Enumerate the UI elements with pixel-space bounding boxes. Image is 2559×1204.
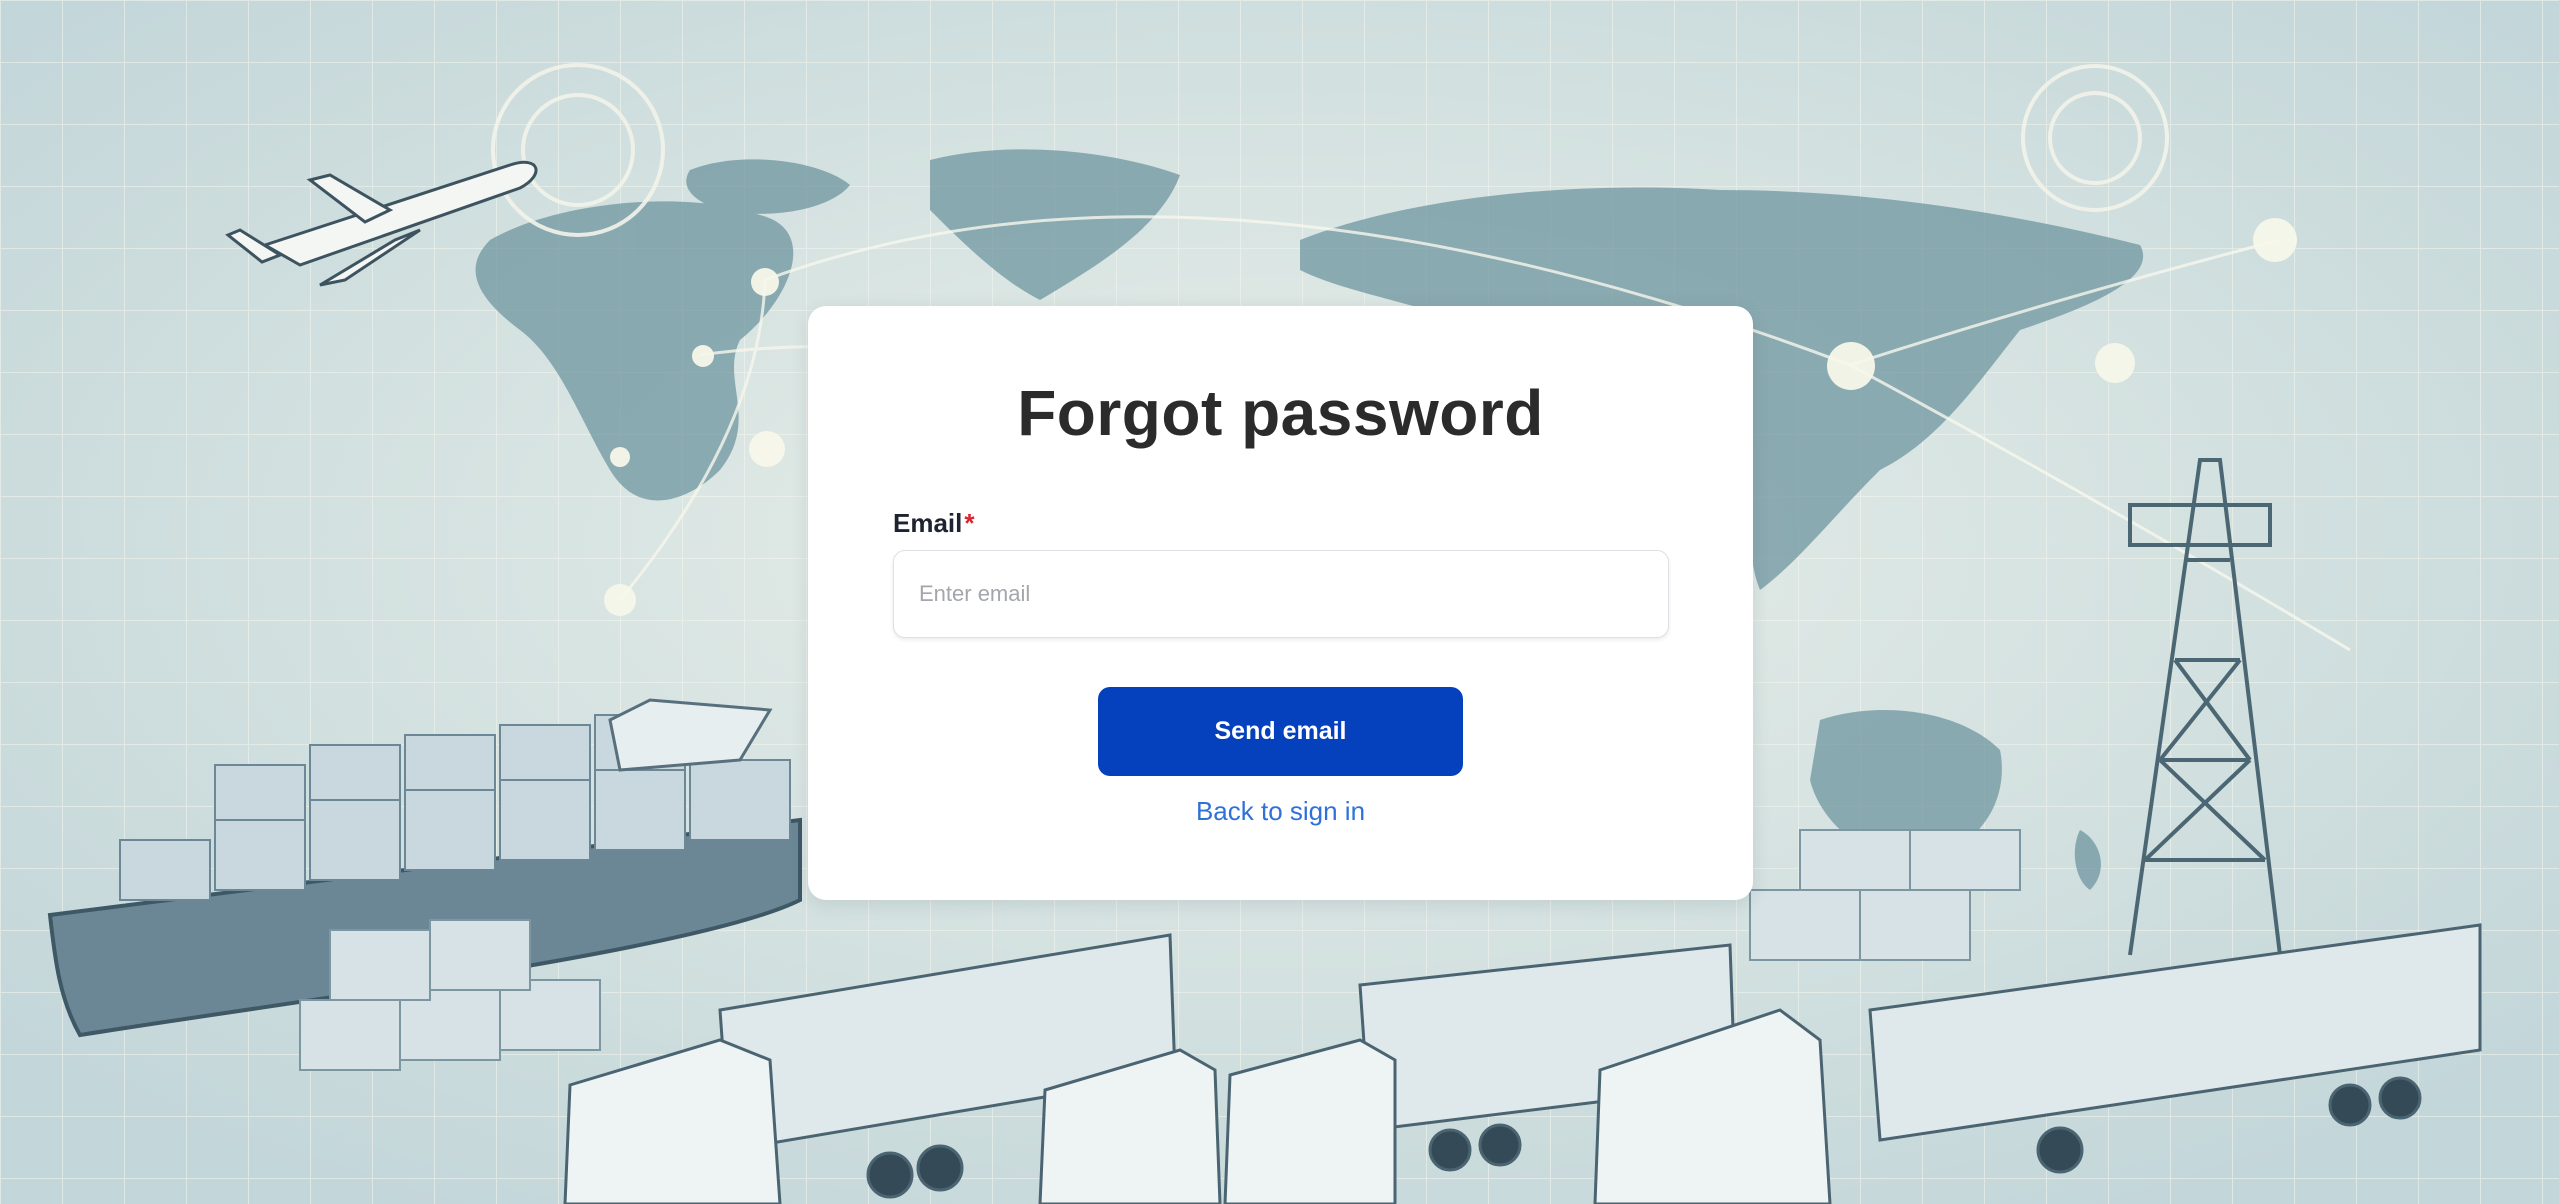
back-to-sign-in-link[interactable]: Back to sign in xyxy=(808,796,1753,827)
page-title: Forgot password xyxy=(1017,377,1544,449)
required-marker: * xyxy=(964,508,975,538)
send-email-button[interactable]: Send email xyxy=(1098,687,1463,776)
forgot-password-page: Forgot password Email* Send email Back t… xyxy=(0,0,2559,1204)
email-label-text: Email xyxy=(893,508,963,538)
email-input[interactable] xyxy=(893,550,1669,638)
forgot-password-card: Forgot password Email* Send email Back t… xyxy=(808,306,1753,900)
email-label: Email* xyxy=(893,508,975,539)
